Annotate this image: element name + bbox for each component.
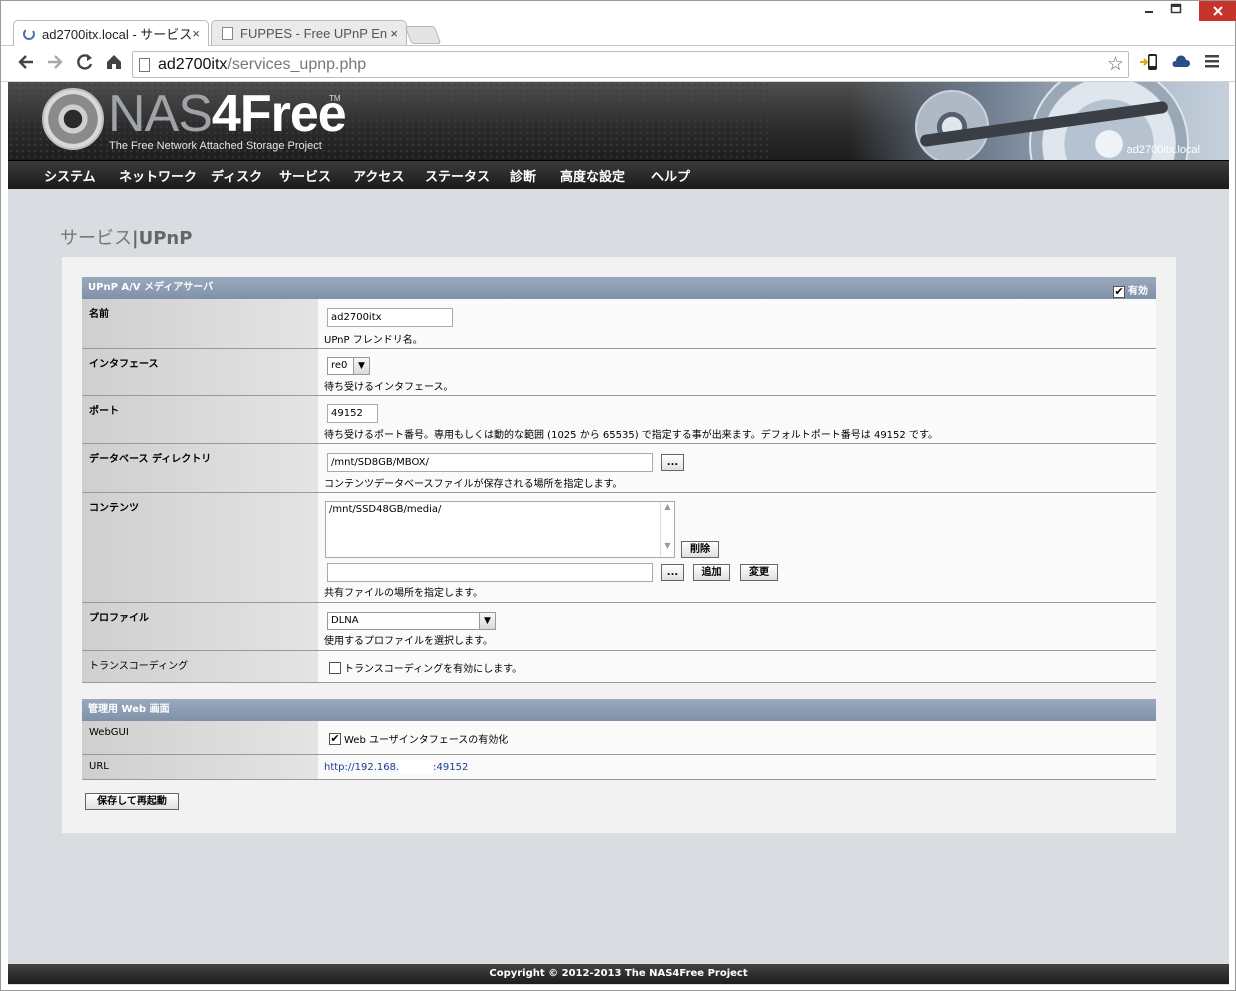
browser-window: ad2700itx.local - サービス × FUPPES - Free U… [0, 0, 1236, 991]
maximize-icon[interactable] [1163, 3, 1189, 19]
content-list[interactable]: /mnt/SSD48GB/media/ ▲ ▼ [325, 501, 675, 558]
menu-diagnostics[interactable]: 診断 [510, 166, 536, 185]
transcoding-label: トランスコーディング [82, 651, 318, 682]
address-bar[interactable]: ad2700itx/services_upnp.php ☆ [132, 51, 1129, 78]
content-delete-button[interactable]: 削除 [681, 541, 719, 558]
row-transcoding: トランスコーディング トランスコーディングを有効にします。 [82, 651, 1156, 683]
row-url: URL http://192.168.:49152 [82, 755, 1156, 780]
content-path-input[interactable] [327, 563, 653, 582]
tab-strip: ad2700itx.local - サービス × FUPPES - Free U… [1, 1, 1236, 46]
bookmark-star-icon[interactable]: ☆ [1107, 52, 1124, 77]
name-input[interactable]: ad2700itx [327, 308, 453, 327]
browser-toolbar: ad2700itx/services_upnp.php ☆ [1, 45, 1235, 82]
port-input[interactable]: 49152 [327, 404, 378, 423]
page-icon [220, 27, 234, 41]
interface-select[interactable]: re0 ▼ [327, 357, 370, 375]
menu-help[interactable]: ヘルプ [651, 166, 690, 185]
menu-icon[interactable] [1200, 52, 1224, 76]
interface-label: インタフェース [82, 349, 318, 395]
close-window-icon[interactable] [1199, 1, 1236, 21]
content-area: UPnP A/V メディアサーバ ✔ 有効 名前 ad2700itx UPnP … [62, 257, 1176, 833]
enable-checkbox[interactable]: ✔ [1113, 286, 1125, 298]
row-profile: プロファイル DLNA ▼ 使用するプロファイルを選択します。 [82, 603, 1156, 651]
page-title: サービス|UPnP [60, 228, 193, 249]
profile-hint: 使用するプロファイルを選択します。 [324, 636, 493, 647]
content-change-button[interactable]: 変更 [740, 564, 778, 581]
row-name: 名前 ad2700itx UPnP フレンドリ名。 [82, 299, 1156, 349]
database-dir-hint: コンテンツデータベースファイルが保存される場所を指定します。 [324, 479, 623, 490]
webgui-url-link[interactable]: http://192.168.:49152 [324, 760, 468, 774]
menu-network[interactable]: ネットワーク [119, 166, 197, 185]
reload-icon[interactable] [73, 52, 97, 76]
menu-status[interactable]: ステータス [425, 166, 490, 185]
minimize-icon[interactable] [1136, 3, 1162, 19]
name-hint: UPnP フレンドリ名。 [324, 335, 423, 346]
admin-section-header: 管理用 Web 画面 [82, 699, 1156, 721]
url-label: URL [82, 755, 318, 779]
content-label: コンテンツ [82, 493, 318, 602]
tab-active[interactable]: ad2700itx.local - サービス × [13, 20, 209, 46]
content-hint: 共有ファイルの場所を指定します。 [324, 588, 483, 599]
web-page: NAS4Free TM The Free Network Attached St… [8, 82, 1229, 985]
scrollbar[interactable]: ▲ ▼ [660, 502, 674, 557]
tab-inactive[interactable]: FUPPES - Free UPnP En × [211, 20, 407, 46]
new-tab-button[interactable] [404, 26, 442, 44]
content-add-button[interactable]: 追加 [693, 564, 730, 581]
transcoding-checkbox[interactable] [329, 661, 341, 674]
row-interface: インタフェース re0 ▼ 待ち受けるインタフェース。 [82, 349, 1156, 396]
page-footer: Copyright © 2012-2013 The NAS4Free Proje… [8, 964, 1229, 984]
menu-advanced[interactable]: 高度な設定 [560, 166, 625, 185]
profile-select[interactable]: DLNA ▼ [327, 612, 496, 630]
webgui-label: WebGUI [82, 721, 318, 754]
profile-label: プロファイル [82, 603, 318, 650]
menu-access[interactable]: アクセス [353, 166, 404, 185]
webgui-option[interactable]: ✔ Web ユーザインタフェースの有効化 [329, 731, 508, 746]
page-title-section[interactable]: サービス [60, 228, 132, 249]
port-hint: 待ち受けるポート番号。専用もしくは動的な範囲 (1025 から 65535) で… [324, 430, 938, 441]
page-title-name: UPnP [138, 228, 193, 249]
header-banner: NAS4Free TM The Free Network Attached St… [8, 82, 1229, 160]
row-database-dir: データベース ディレクトリ /mnt/SD8GB/MBOX/ ... コンテンツ… [82, 444, 1156, 493]
database-dir-label: データベース ディレクトリ [82, 444, 318, 492]
logo-tagline: The Free Network Attached Storage Projec… [109, 140, 322, 152]
logo-text[interactable]: NAS4Free [108, 84, 347, 144]
upnp-section-header: UPnP A/V メディアサーバ ✔ 有効 [82, 277, 1156, 299]
row-content: コンテンツ /mnt/SSD48GB/media/ ▲ ▼ 削除 ... 追加 変… [82, 493, 1156, 603]
transcoding-option[interactable]: トランスコーディングを有効にします。 [329, 660, 522, 675]
tab-title: FUPPES - Free UPnP En [240, 26, 388, 41]
extension-phone-icon[interactable] [1137, 52, 1161, 76]
url-host: ad2700itx [158, 56, 228, 73]
database-dir-input[interactable]: /mnt/SD8GB/MBOX/ [327, 453, 653, 472]
back-icon[interactable] [14, 52, 38, 76]
name-label: 名前 [82, 299, 318, 348]
row-webgui: WebGUI ✔ Web ユーザインタフェースの有効化 [82, 721, 1156, 755]
page-icon [139, 58, 150, 72]
tab-close-icon[interactable]: × [390, 26, 398, 41]
row-port: ポート 49152 待ち受けるポート番号。専用もしくは動的な範囲 (1025 か… [82, 396, 1156, 444]
content-item[interactable]: /mnt/SSD48GB/media/ [329, 504, 441, 515]
loading-icon [22, 27, 36, 41]
logo-trademark: TM [329, 94, 341, 103]
tab-close-icon[interactable]: × [192, 26, 200, 41]
content-browse-button[interactable]: ... [661, 564, 684, 581]
logo-icon[interactable] [42, 88, 104, 150]
url-path: /services_upnp.php [227, 56, 367, 73]
save-restart-button[interactable]: 保存して再起動 [85, 793, 179, 810]
interface-hint: 待ち受けるインタフェース。 [324, 382, 454, 393]
chevron-down-icon: ▼ [479, 613, 495, 629]
chevron-down-icon: ▼ [353, 358, 369, 374]
tab-title: ad2700itx.local - サービス [42, 27, 193, 42]
extension-cloud-icon[interactable] [1169, 52, 1193, 76]
database-browse-button[interactable]: ... [661, 454, 684, 471]
menu-disks[interactable]: ディスク [211, 166, 262, 185]
home-icon[interactable] [102, 52, 126, 76]
main-menu: システム ネットワーク ディスク サービス アクセス ステータス 診断 高度な設… [8, 160, 1229, 189]
menu-system[interactable]: システム [44, 166, 96, 185]
forward-icon[interactable] [43, 52, 67, 76]
menu-services[interactable]: サービス [279, 166, 331, 185]
port-label: ポート [82, 396, 318, 443]
webgui-checkbox[interactable]: ✔ [329, 732, 341, 745]
hostname-label: ad2700itx.local [1126, 144, 1200, 156]
